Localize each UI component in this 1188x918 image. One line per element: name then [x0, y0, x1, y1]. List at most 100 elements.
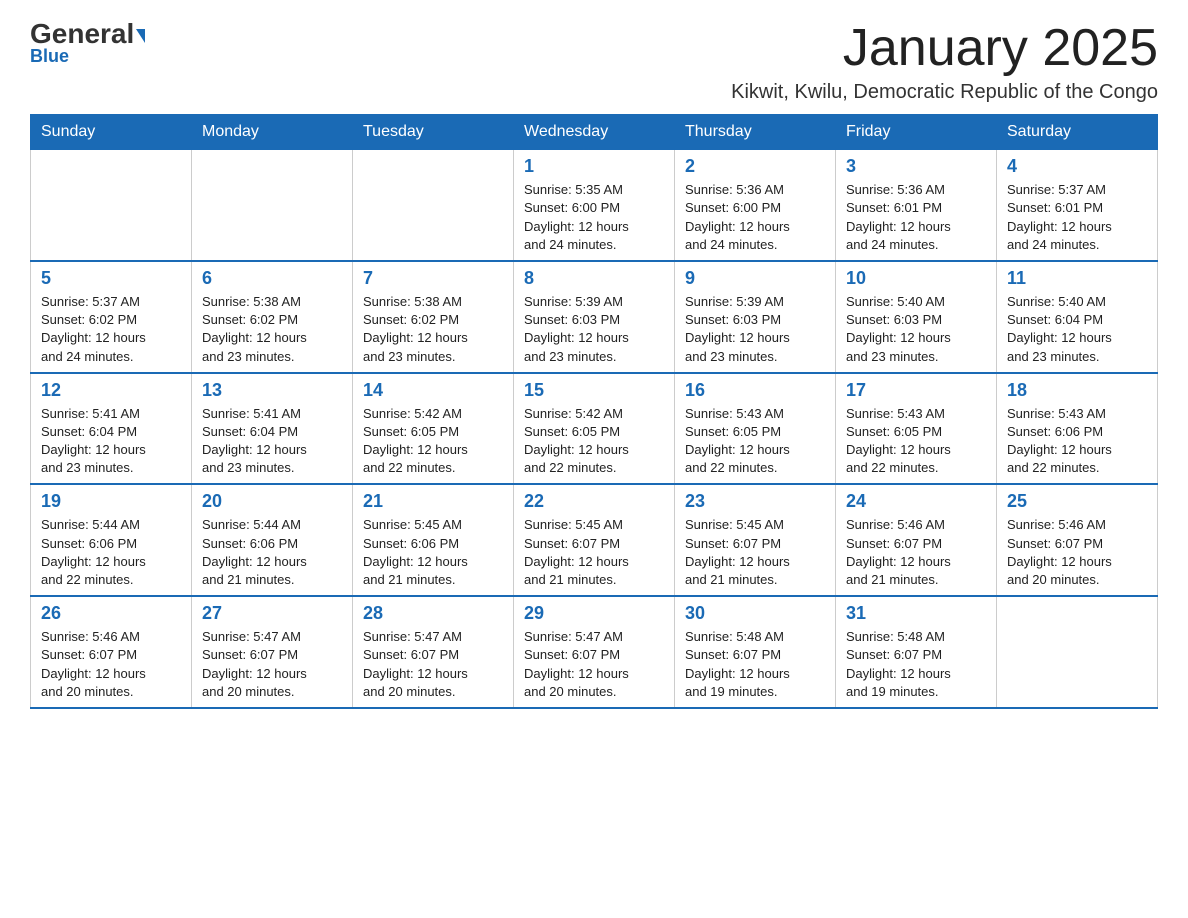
calendar-cell: 23 Sunrise: 5:45 AM Sunset: 6:07 PM Dayli… — [675, 484, 836, 596]
weekday-header-friday: Friday — [836, 115, 997, 150]
calendar-cell: 9 Sunrise: 5:39 AM Sunset: 6:03 PM Daylig… — [675, 261, 836, 373]
calendar-cell — [31, 150, 192, 261]
day-number: 23 — [685, 491, 825, 512]
day-number: 29 — [524, 603, 664, 624]
day-info: Sunrise: 5:40 AM Sunset: 6:04 PM Dayligh… — [1007, 293, 1147, 366]
calendar-cell: 20Sunrise: 5:44 AM Sunset: 6:06 PM Dayli… — [192, 484, 353, 596]
week-row-1: 1 Sunrise: 5:35 AM Sunset: 6:00 PM Daylig… — [31, 150, 1158, 261]
day-number: 3 — [846, 156, 986, 177]
day-info: Sunrise: 5:36 AM Sunset: 6:00 PM Dayligh… — [685, 181, 825, 254]
calendar-cell: 22 Sunrise: 5:45 AM Sunset: 6:07 PM Dayli… — [514, 484, 675, 596]
day-number: 16 — [685, 380, 825, 401]
weekday-header-monday: Monday — [192, 115, 353, 150]
day-number: 10 — [846, 268, 986, 289]
day-number: 18 — [1007, 380, 1147, 401]
day-number: 27 — [202, 603, 342, 624]
title-area: January 2025 Kikwit, Kwilu, Democratic R… — [731, 20, 1158, 104]
day-number: 26 — [41, 603, 181, 624]
calendar-cell: 3 Sunrise: 5:36 AM Sunset: 6:01 PM Daylig… — [836, 150, 997, 261]
day-info: Sunrise: 5:39 AM Sunset: 6:03 PM Dayligh… — [685, 293, 825, 366]
day-info: Sunrise: 5:38 AM Sunset: 6:02 PM Dayligh… — [363, 293, 503, 366]
calendar-cell: 8 Sunrise: 5:39 AM Sunset: 6:03 PM Daylig… — [514, 261, 675, 373]
day-number: 31 — [846, 603, 986, 624]
calendar-cell: 14Sunrise: 5:42 AM Sunset: 6:05 PM Dayli… — [353, 373, 514, 485]
calendar-cell: 27 Sunrise: 5:47 AM Sunset: 6:07 PM Dayli… — [192, 596, 353, 708]
day-info: Sunrise: 5:36 AM Sunset: 6:01 PM Dayligh… — [846, 181, 986, 254]
day-info: Sunrise: 5:47 AM Sunset: 6:07 PM Dayligh… — [524, 628, 664, 701]
calendar-cell: 25 Sunrise: 5:46 AM Sunset: 6:07 PM Dayli… — [997, 484, 1158, 596]
day-number: 5 — [41, 268, 181, 289]
day-info: Sunrise: 5:46 AM Sunset: 6:07 PM Dayligh… — [1007, 516, 1147, 589]
calendar-table: SundayMondayTuesdayWednesdayThursdayFrid… — [30, 114, 1158, 709]
weekday-header-row: SundayMondayTuesdayWednesdayThursdayFrid… — [31, 115, 1158, 150]
calendar-cell: 17 Sunrise: 5:43 AM Sunset: 6:05 PM Dayli… — [836, 373, 997, 485]
location-title: Kikwit, Kwilu, Democratic Republic of th… — [731, 81, 1158, 104]
day-info: Sunrise: 5:39 AM Sunset: 6:03 PM Dayligh… — [524, 293, 664, 366]
day-info: Sunrise: 5:43 AM Sunset: 6:05 PM Dayligh… — [685, 405, 825, 478]
calendar-cell: 4 Sunrise: 5:37 AM Sunset: 6:01 PM Daylig… — [997, 150, 1158, 261]
day-number: 7 — [363, 268, 503, 289]
month-title: January 2025 — [731, 20, 1158, 77]
week-row-4: 19Sunrise: 5:44 AM Sunset: 6:06 PM Dayli… — [31, 484, 1158, 596]
weekday-header-sunday: Sunday — [31, 115, 192, 150]
day-info: Sunrise: 5:38 AM Sunset: 6:02 PM Dayligh… — [202, 293, 342, 366]
day-number: 14 — [363, 380, 503, 401]
day-number: 2 — [685, 156, 825, 177]
day-number: 17 — [846, 380, 986, 401]
day-info: Sunrise: 5:35 AM Sunset: 6:00 PM Dayligh… — [524, 181, 664, 254]
calendar-cell: 28 Sunrise: 5:47 AM Sunset: 6:07 PM Dayli… — [353, 596, 514, 708]
day-number: 13 — [202, 380, 342, 401]
calendar-cell: 5 Sunrise: 5:37 AM Sunset: 6:02 PM Daylig… — [31, 261, 192, 373]
day-info: Sunrise: 5:48 AM Sunset: 6:07 PM Dayligh… — [685, 628, 825, 701]
day-info: Sunrise: 5:47 AM Sunset: 6:07 PM Dayligh… — [363, 628, 503, 701]
day-number: 25 — [1007, 491, 1147, 512]
weekday-header-saturday: Saturday — [997, 115, 1158, 150]
day-number: 11 — [1007, 268, 1147, 289]
calendar-cell — [997, 596, 1158, 708]
week-row-2: 5 Sunrise: 5:37 AM Sunset: 6:02 PM Daylig… — [31, 261, 1158, 373]
calendar-cell — [192, 150, 353, 261]
logo: General Blue — [30, 20, 145, 67]
day-info: Sunrise: 5:45 AM Sunset: 6:07 PM Dayligh… — [685, 516, 825, 589]
weekday-header-tuesday: Tuesday — [353, 115, 514, 150]
calendar-cell: 13 Sunrise: 5:41 AM Sunset: 6:04 PM Dayli… — [192, 373, 353, 485]
day-info: Sunrise: 5:40 AM Sunset: 6:03 PM Dayligh… — [846, 293, 986, 366]
calendar-cell: 19Sunrise: 5:44 AM Sunset: 6:06 PM Dayli… — [31, 484, 192, 596]
calendar-cell: 16 Sunrise: 5:43 AM Sunset: 6:05 PM Dayli… — [675, 373, 836, 485]
calendar-cell: 30 Sunrise: 5:48 AM Sunset: 6:07 PM Dayli… — [675, 596, 836, 708]
day-info: Sunrise: 5:37 AM Sunset: 6:01 PM Dayligh… — [1007, 181, 1147, 254]
calendar-cell: 15Sunrise: 5:42 AM Sunset: 6:05 PM Dayli… — [514, 373, 675, 485]
day-info: Sunrise: 5:41 AM Sunset: 6:04 PM Dayligh… — [41, 405, 181, 478]
day-number: 22 — [524, 491, 664, 512]
week-row-5: 26 Sunrise: 5:46 AM Sunset: 6:07 PM Dayli… — [31, 596, 1158, 708]
day-number: 24 — [846, 491, 986, 512]
day-number: 28 — [363, 603, 503, 624]
day-info: Sunrise: 5:45 AM Sunset: 6:07 PM Dayligh… — [524, 516, 664, 589]
calendar-cell: 11 Sunrise: 5:40 AM Sunset: 6:04 PM Dayli… — [997, 261, 1158, 373]
day-info: Sunrise: 5:42 AM Sunset: 6:05 PM Dayligh… — [524, 405, 664, 478]
page-header: General Blue January 2025 Kikwit, Kwilu,… — [30, 20, 1158, 104]
day-number: 12 — [41, 380, 181, 401]
day-number: 21 — [363, 491, 503, 512]
calendar-cell: 26 Sunrise: 5:46 AM Sunset: 6:07 PM Dayli… — [31, 596, 192, 708]
calendar-cell: 29 Sunrise: 5:47 AM Sunset: 6:07 PM Dayli… — [514, 596, 675, 708]
day-info: Sunrise: 5:44 AM Sunset: 6:06 PM Dayligh… — [41, 516, 181, 589]
day-number: 8 — [524, 268, 664, 289]
calendar-cell: 21 Sunrise: 5:45 AM Sunset: 6:06 PM Dayli… — [353, 484, 514, 596]
day-info: Sunrise: 5:37 AM Sunset: 6:02 PM Dayligh… — [41, 293, 181, 366]
day-number: 9 — [685, 268, 825, 289]
day-info: Sunrise: 5:48 AM Sunset: 6:07 PM Dayligh… — [846, 628, 986, 701]
calendar-cell: 12 Sunrise: 5:41 AM Sunset: 6:04 PM Dayli… — [31, 373, 192, 485]
day-info: Sunrise: 5:43 AM Sunset: 6:05 PM Dayligh… — [846, 405, 986, 478]
day-info: Sunrise: 5:43 AM Sunset: 6:06 PM Dayligh… — [1007, 405, 1147, 478]
logo-text: General — [30, 20, 145, 48]
weekday-header-wednesday: Wednesday — [514, 115, 675, 150]
day-info: Sunrise: 5:47 AM Sunset: 6:07 PM Dayligh… — [202, 628, 342, 701]
day-number: 1 — [524, 156, 664, 177]
day-info: Sunrise: 5:41 AM Sunset: 6:04 PM Dayligh… — [202, 405, 342, 478]
day-number: 4 — [1007, 156, 1147, 177]
calendar-cell: 1 Sunrise: 5:35 AM Sunset: 6:00 PM Daylig… — [514, 150, 675, 261]
day-info: Sunrise: 5:46 AM Sunset: 6:07 PM Dayligh… — [41, 628, 181, 701]
day-number: 30 — [685, 603, 825, 624]
day-info: Sunrise: 5:45 AM Sunset: 6:06 PM Dayligh… — [363, 516, 503, 589]
